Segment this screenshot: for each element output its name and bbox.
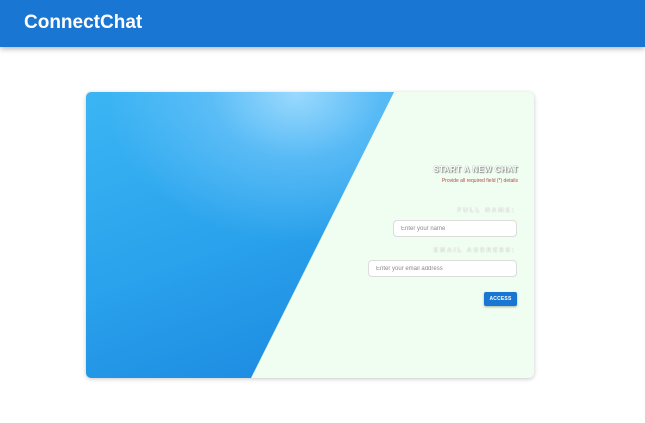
app-bar: ConnectChat [0, 0, 645, 47]
form-subtitle: Provide all required field (*) details [441, 178, 518, 184]
email-input[interactable] [368, 260, 517, 277]
name-field-label: FULL NAME: [457, 208, 516, 214]
app-title: ConnectChat [24, 12, 143, 33]
access-button[interactable]: ACCESS [484, 292, 517, 306]
form-title: START A NEW CHAT [433, 165, 518, 174]
name-input[interactable] [393, 220, 517, 237]
login-card: START A NEW CHAT Provide all required fi… [86, 92, 534, 378]
email-field-label: EMAIL ADDRESS: [433, 248, 516, 254]
